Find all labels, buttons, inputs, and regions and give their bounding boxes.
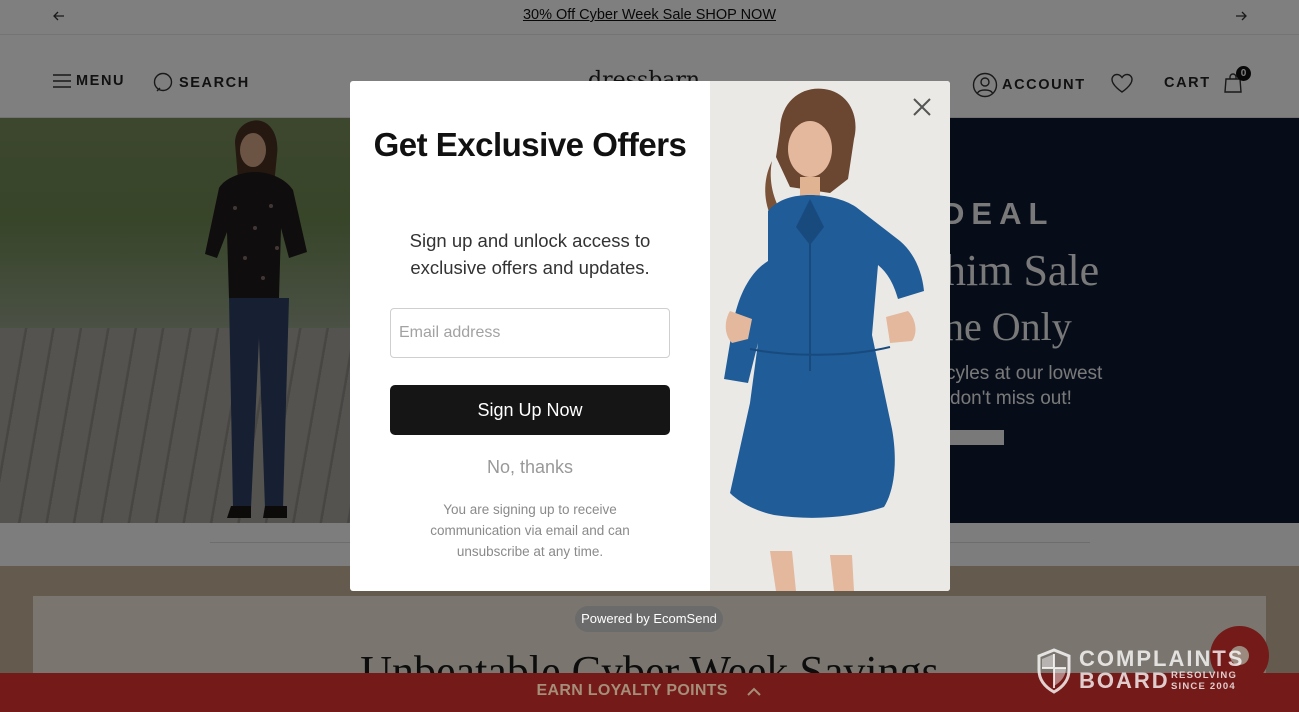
legal-disclaimer: You are signing up to receive communicat… <box>430 502 630 559</box>
modal-title: Get Exclusive Offers <box>373 126 687 163</box>
watermark-small-2: SINCE 2004 <box>1171 681 1236 692</box>
complaints-board-watermark: COMPLAINTS BOARD RESOLVING SINCE 2004 <box>1036 646 1266 696</box>
modal-subtitle: Sign up and unlock access to exclusive o… <box>409 230 651 278</box>
loyalty-label: EARN LOYALTY POINTS <box>536 682 728 699</box>
powered-by-badge[interactable]: Powered by EcomSend <box>575 606 723 632</box>
no-thanks-link[interactable]: No, thanks <box>390 457 670 478</box>
model-in-blue-dress <box>710 81 950 591</box>
watermark-small-1: RESOLVING <box>1171 670 1238 681</box>
signup-form: Get Exclusive Offers Sign up and unlock … <box>350 81 710 591</box>
watermark-line-2: BOARD <box>1079 668 1170 693</box>
signup-modal: Get Exclusive Offers Sign up and unlock … <box>350 81 950 591</box>
shield-icon <box>1037 648 1071 694</box>
email-field[interactable] <box>390 308 670 358</box>
chevron-up-icon <box>747 687 762 696</box>
sign-up-button[interactable]: Sign Up Now <box>390 385 670 435</box>
modal-product-image <box>710 81 950 591</box>
close-icon[interactable] <box>908 93 936 121</box>
